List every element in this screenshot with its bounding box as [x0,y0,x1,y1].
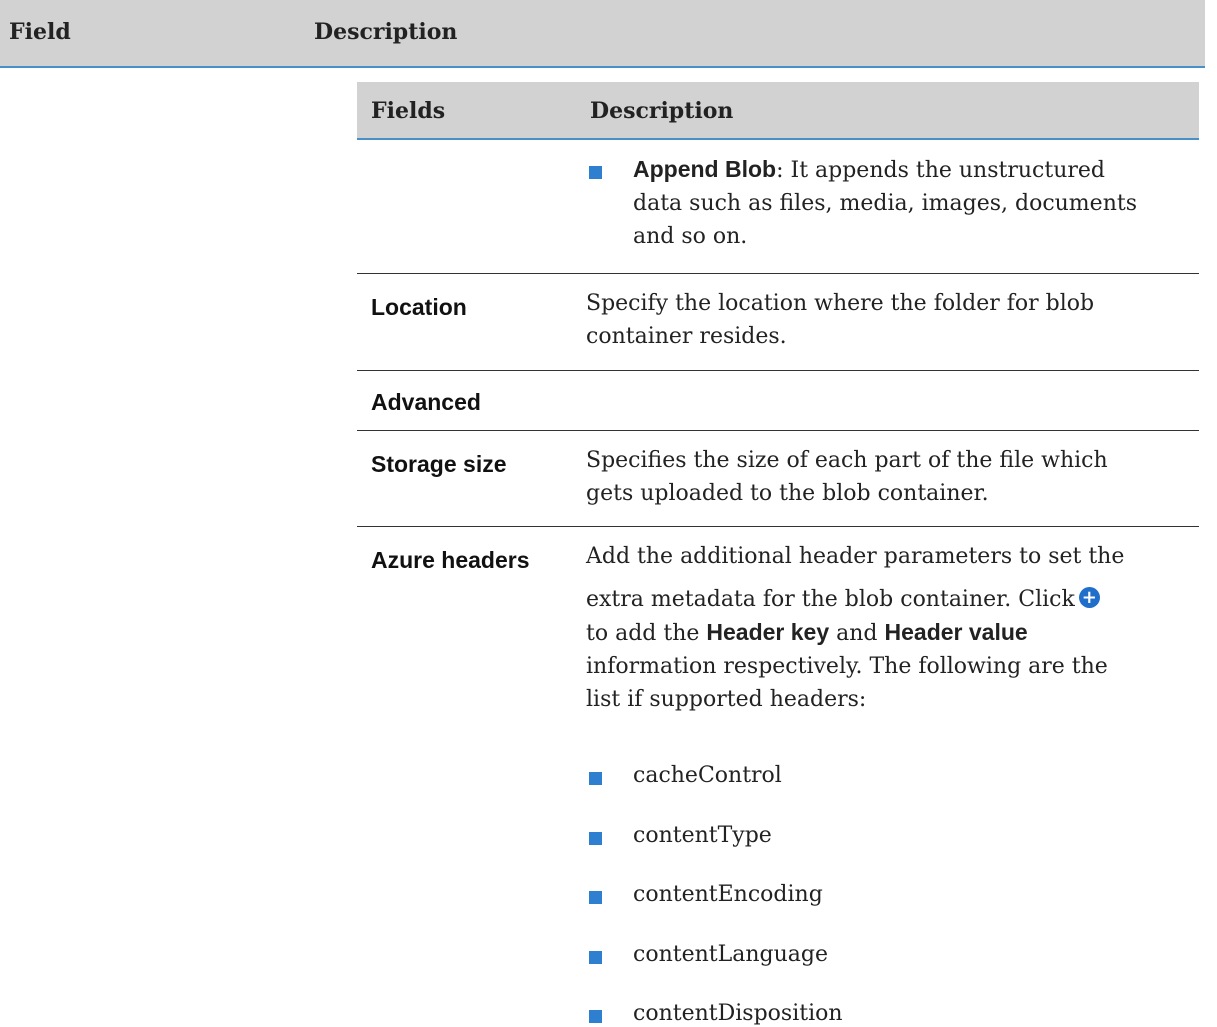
azure-headers-click-line: extra metadata for the blob container. C… [586,583,1196,616]
azure-headers-field-label: Azure headers [371,547,530,573]
azure-headers-description: Add the additional header parameters to … [586,540,1196,716]
list-item-header: contentDisposition [633,1001,843,1026]
bullet-icon [589,1010,602,1023]
append-blob-description: Append Blob: It appends the unstructured… [633,156,1137,249]
location-description: Specify the location where the folder fo… [586,291,1095,349]
table-row-storage-size: Storage size Specifies the size of each … [357,431,1199,527]
bullet-icon [589,166,602,179]
table-row-advanced: Advanced [357,371,1199,431]
storage-size-description: Specifies the size of each part of the f… [586,448,1108,506]
location-field-label: Location [371,294,467,320]
outer-field-header: Field [9,19,71,45]
advanced-field-label: Advanced [371,389,481,415]
storage-size-field-label: Storage size [371,451,507,477]
plus-circle-icon: + [1078,587,1100,608]
header-value-term: Header value [884,619,1028,645]
table-row-location: Location Specify the location where the … [357,274,1199,371]
append-blob-term: Append Blob [633,156,777,182]
azure-headers-keys-line: to add the Header key and Header value [586,619,1028,646]
inner-table-header: Fields Description [357,82,1199,140]
bullet-icon [589,891,602,904]
list-item-header: contentType [633,823,772,848]
bullet-icon [589,832,602,845]
bullet-icon [589,951,602,964]
bullet-icon [589,772,602,785]
inner-description-header: Description [590,98,734,124]
list-item-header: cacheControl [633,763,782,788]
outer-description-header: Description [314,19,458,45]
inner-table: Fields Description Append Blob: It appen… [357,82,1199,1026]
list-item-header: contentEncoding [633,882,823,907]
table-row-azure-headers: Azure headers Add the additional header … [357,527,1199,1026]
inner-fields-header: Fields [371,98,446,124]
list-item-header: contentLanguage [633,942,828,967]
header-key-term: Header key [706,619,830,645]
outer-table-header: Field Description [0,0,1205,68]
table-row-append-blob: Append Blob: It appends the unstructured… [357,140,1199,274]
